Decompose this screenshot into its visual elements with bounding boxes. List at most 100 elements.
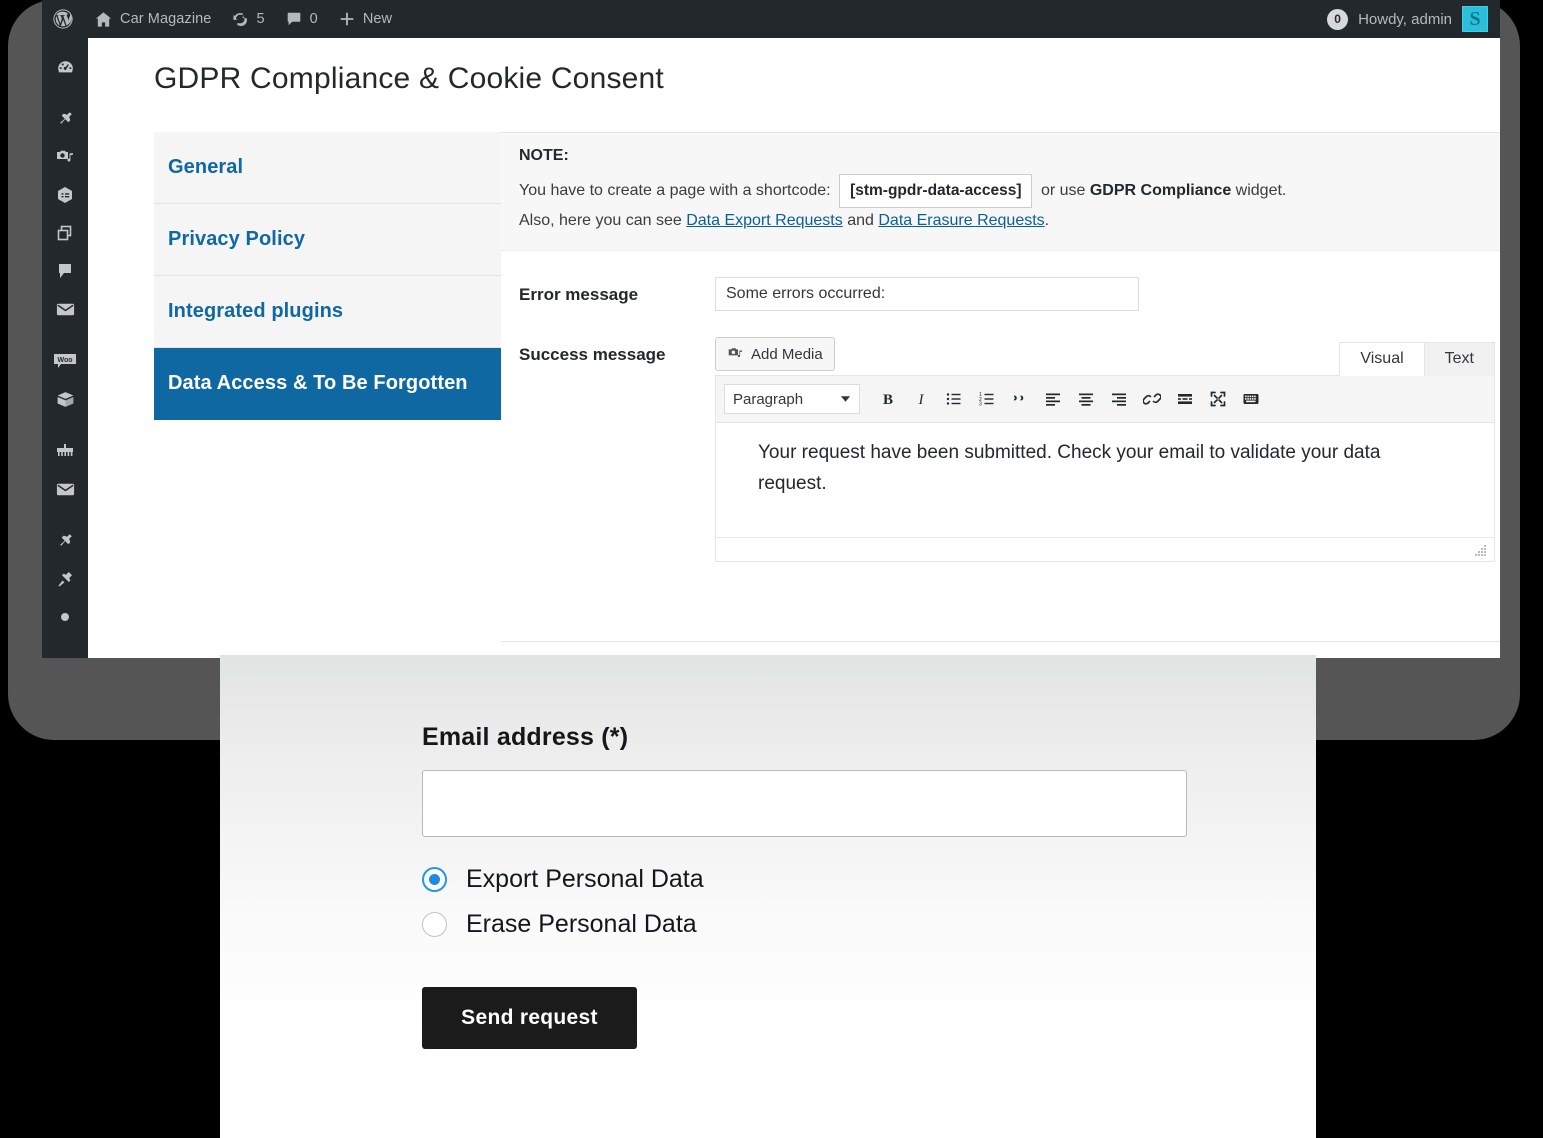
editor-content[interactable]: Your request have been submitted. Check … [716, 423, 1494, 537]
plus-icon [338, 10, 356, 28]
sidebar-item-posts[interactable] [42, 100, 88, 138]
frontend-form: Email address (*) Export Personal Data E… [220, 655, 1316, 1049]
comment-bubble-icon [55, 261, 75, 281]
note-line2-prefix: Also, here you can see [519, 212, 682, 229]
sidebar-item-pin[interactable] [42, 522, 88, 560]
home-icon [94, 10, 113, 29]
tab-general[interactable]: General [154, 132, 501, 204]
admin-content-area: GDPR Compliance & Cookie Consent General… [130, 38, 1500, 658]
toolbar-toggle-icon[interactable] [1236, 384, 1266, 414]
tab-integrated-plugins[interactable]: Integrated plugins [154, 276, 501, 348]
site-name-menu[interactable]: Car Magazine [84, 0, 221, 38]
comments-count: 0 [309, 11, 318, 27]
sidebar-item-duplicate[interactable] [42, 214, 88, 252]
align-left-icon[interactable] [1038, 384, 1068, 414]
new-content-menu[interactable]: New [328, 0, 402, 38]
plugin-icon [55, 569, 75, 589]
list-page-icon [55, 185, 75, 205]
numbered-list-icon[interactable]: 1 2 3 [972, 384, 1002, 414]
editor-frame: Paragraph B I 1 2 3 Your request have be… [715, 375, 1495, 562]
bold-icon[interactable]: B [873, 384, 903, 414]
chevron-down-icon [840, 395, 851, 403]
italic-icon[interactable]: I [906, 384, 936, 414]
fullscreen-icon[interactable] [1203, 384, 1233, 414]
sidebar-item-woocommerce[interactable]: Woo [42, 342, 88, 380]
sidebar-divider-4 [42, 508, 88, 522]
sidebar-item-contact[interactable] [42, 290, 88, 328]
sidebar-divider-2 [42, 328, 88, 342]
note-line-1: You have to create a page with a shortco… [519, 174, 1493, 208]
add-media-button[interactable]: Add Media [715, 337, 835, 371]
note-line1-mid: or use [1040, 182, 1086, 199]
sidebar-item-more[interactable] [42, 598, 88, 636]
sidebar-item-dashboard[interactable] [42, 48, 88, 86]
error-message-label: Error message [519, 285, 639, 304]
media-camera-music-icon [55, 147, 75, 167]
sidebar-item-pages[interactable] [42, 176, 88, 214]
radio-button-unselected[interactable] [422, 912, 447, 937]
envelope-icon [55, 299, 76, 320]
avatar[interactable]: S [1462, 6, 1488, 32]
send-request-button[interactable]: Send request [422, 987, 637, 1049]
howdy-label[interactable]: Howdy, admin [1358, 11, 1452, 28]
svg-text:Woo: Woo [57, 357, 72, 364]
bulleted-list-icon[interactable] [939, 384, 969, 414]
radio-label-export: Export Personal Data [466, 865, 704, 893]
sidebar-item-appearance[interactable] [42, 432, 88, 470]
editor-top-bar: Add Media Visual Text [715, 337, 1495, 376]
tab-visual[interactable]: Visual [1339, 342, 1425, 376]
radio-erase-personal-data[interactable]: Erase Personal Data [422, 910, 1316, 939]
note-line1-suffix: widget. [1235, 182, 1287, 199]
error-message-input[interactable] [715, 277, 1139, 311]
wordpress-logo-menu[interactable] [42, 0, 84, 38]
editor-mode-tabs: Visual Text [1339, 342, 1495, 376]
tab-privacy-policy[interactable]: Privacy Policy [154, 204, 501, 276]
tab-data-access-to-be-forgotten[interactable]: Data Access & To Be Forgotten [154, 348, 501, 420]
data-erasure-requests-link[interactable]: Data Erasure Requests [878, 212, 1044, 229]
updates-icon [231, 10, 249, 28]
sidebar-divider-1 [42, 86, 88, 100]
error-message-row: Error message [501, 251, 1500, 311]
sidebar-divider-3 [42, 418, 88, 432]
appearance-brush-icon [54, 441, 76, 461]
data-export-requests-link[interactable]: Data Export Requests [686, 212, 843, 229]
align-right-icon[interactable] [1104, 384, 1134, 414]
success-message-row: Success message Add Media Visual Text Pa… [501, 311, 1500, 562]
read-more-icon[interactable] [1170, 384, 1200, 414]
note-line-2: Also, here you can see Data Export Reque… [519, 208, 1493, 234]
settings-panel: General Privacy Policy Integrated plugin… [154, 132, 1500, 642]
updates-count: 5 [256, 11, 265, 27]
box-products-icon [55, 389, 76, 410]
email-address-input[interactable] [422, 770, 1187, 837]
admin-sidebar: Woo [42, 38, 88, 658]
tab-text[interactable]: Text [1423, 342, 1495, 376]
comment-icon [285, 10, 303, 28]
dashboard-gauge-icon [55, 57, 76, 78]
shortcode-chip[interactable]: [stm-gpdr-data-access] [839, 174, 1033, 208]
sidebar-item-products[interactable] [42, 380, 88, 418]
resize-handle-icon[interactable] [1475, 544, 1488, 557]
admin-bar: Car Magazine 5 0 New 0 Howdy, admin S [42, 0, 1500, 38]
copy-pages-icon [55, 223, 75, 243]
radio-button-selected[interactable] [422, 867, 447, 892]
radio-export-personal-data[interactable]: Export Personal Data [422, 865, 1316, 894]
comments-menu[interactable]: 0 [275, 0, 328, 38]
svg-text:I: I [918, 392, 925, 408]
format-select[interactable]: Paragraph [724, 384, 860, 414]
updates-menu[interactable]: 5 [221, 0, 274, 38]
svg-text:B: B [883, 392, 893, 408]
sidebar-item-mail[interactable] [42, 470, 88, 508]
blockquote-icon[interactable] [1005, 384, 1035, 414]
settings-content: NOTE: You have to create a page with a s… [501, 132, 1500, 642]
align-center-icon[interactable] [1071, 384, 1101, 414]
pin-icon [55, 531, 75, 551]
link-icon[interactable] [1137, 384, 1167, 414]
dot-icon [59, 611, 71, 623]
svg-text:3: 3 [979, 402, 982, 408]
site-name-label: Car Magazine [120, 11, 212, 27]
sidebar-item-plugins[interactable] [42, 560, 88, 598]
sidebar-item-comments[interactable] [42, 252, 88, 290]
notification-badge[interactable]: 0 [1327, 8, 1349, 30]
note-box: NOTE: You have to create a page with a s… [501, 133, 1500, 251]
sidebar-item-media[interactable] [42, 138, 88, 176]
